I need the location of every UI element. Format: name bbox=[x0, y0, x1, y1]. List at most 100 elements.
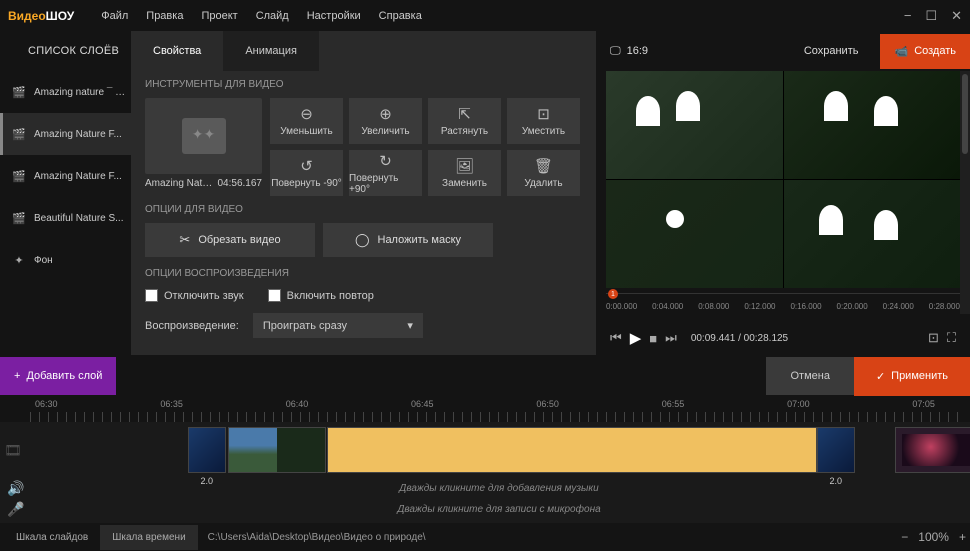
menu-file[interactable]: Файл bbox=[92, 6, 137, 26]
mic-track[interactable]: 🎤 Дважды кликните для записи с микрофона bbox=[0, 499, 970, 520]
layer-item[interactable]: 🎬Amazing Nature F... bbox=[0, 113, 131, 155]
clip-duration: 04:56.167 bbox=[218, 178, 263, 189]
export-icon: 📹 bbox=[894, 45, 908, 58]
image-icon: 🖼 bbox=[455, 157, 474, 175]
tab-properties[interactable]: Свойства bbox=[131, 31, 223, 71]
video-icon: 🎬 bbox=[11, 212, 27, 224]
video-clip[interactable] bbox=[228, 427, 326, 473]
layers-header: СПИСОК СЛОЁВ bbox=[0, 31, 131, 71]
replace-button[interactable]: 🖼Заменить bbox=[428, 150, 501, 196]
mute-checkbox[interactable]: Отключить звук bbox=[145, 289, 244, 302]
transition-clip[interactable]: 2.0 bbox=[817, 427, 855, 473]
time-scale-tab[interactable]: Шкала времени bbox=[100, 525, 197, 550]
delete-button[interactable]: 🗑Удалить bbox=[507, 150, 580, 196]
status-bar: Шкала слайдов Шкала времени C:\Users\Aid… bbox=[0, 523, 970, 551]
monitor-icon: 🖵 bbox=[610, 45, 621, 58]
timeline-ruler[interactable]: 06:3006:3506:4006:4506:5006:5507:0007:05 bbox=[0, 397, 970, 422]
fit-icon: ⊡ bbox=[537, 105, 550, 123]
create-button[interactable]: 📹Создать bbox=[880, 34, 970, 69]
transition-clip[interactable]: 2.0 bbox=[188, 427, 226, 473]
titlebar: ВидеоШОУ Файл Правка Проект Слайд Настро… bbox=[0, 0, 970, 31]
chevron-down-icon: ▾ bbox=[407, 319, 413, 332]
video-clip[interactable] bbox=[895, 427, 970, 473]
plus-icon: + bbox=[14, 370, 20, 382]
scissors-icon: ✂ bbox=[179, 232, 190, 248]
menu-project[interactable]: Проект bbox=[192, 6, 246, 26]
scrollbar[interactable] bbox=[960, 71, 970, 314]
timecode: 00:09.441 / 00:28.125 bbox=[691, 333, 788, 344]
timeline: 🎞 2.0 2.0 🔊 Дважды кликните для добавлен… bbox=[0, 422, 970, 520]
zoom-level: 100% bbox=[918, 530, 949, 544]
menu-help[interactable]: Справка bbox=[370, 6, 431, 26]
preview-canvas[interactable] bbox=[606, 71, 960, 288]
zoom-in-button[interactable]: + bbox=[959, 530, 966, 544]
loop-checkbox[interactable]: Включить повтор bbox=[268, 289, 374, 302]
apply-mask-button[interactable]: ◯Наложить маску bbox=[323, 223, 493, 257]
cancel-button[interactable]: Отмена bbox=[766, 357, 853, 395]
prev-frame-button[interactable]: ⏮ bbox=[610, 330, 622, 346]
video-track[interactable]: 🎞 2.0 2.0 bbox=[0, 422, 970, 478]
film-icon: 🎞 bbox=[4, 442, 22, 459]
video-icon: 🎬 bbox=[11, 128, 27, 140]
main-menu: Файл Правка Проект Слайд Настройки Справ… bbox=[92, 6, 431, 26]
video-icon: 🎬 bbox=[11, 86, 27, 98]
fit-button[interactable]: ⊡Уместить bbox=[507, 98, 580, 144]
layer-item[interactable]: 🎬Amazing nature ¯ S... bbox=[0, 71, 131, 113]
zoom-out-button[interactable]: − bbox=[901, 530, 908, 544]
layer-item[interactable]: 🎬Beautiful Nature S... bbox=[0, 197, 131, 239]
stop-button[interactable]: ■ bbox=[649, 331, 657, 346]
action-bar: +Добавить слой Отмена ✓Применить bbox=[0, 355, 970, 397]
video-icon: 🎬 bbox=[11, 170, 27, 182]
aspect-ratio[interactable]: 🖵16:9 bbox=[610, 45, 648, 58]
tab-animation[interactable]: Анимация bbox=[223, 31, 319, 71]
preview-ruler[interactable]: 1 0:00.0000:04.0000:08.0000:12.0000:16.0… bbox=[606, 293, 960, 321]
save-button[interactable]: Сохранить bbox=[792, 45, 871, 57]
properties-panel: Свойства Анимация ИНСТРУМЕНТЫ ДЛЯ ВИДЕО … bbox=[131, 31, 596, 355]
app-logo: ВидеоШОУ bbox=[8, 9, 74, 23]
menu-edit[interactable]: Правка bbox=[137, 6, 192, 26]
mask-icon: ◯ bbox=[355, 232, 370, 248]
close-icon[interactable]: ✕ bbox=[951, 8, 962, 24]
playback-label: Воспроизведение: bbox=[145, 320, 239, 332]
layer-item[interactable]: ✦Фон bbox=[0, 239, 131, 281]
preview-panel: 🖵16:9 Сохранить 📹Создать 1 0:00.0000:04.… bbox=[596, 31, 970, 355]
fullscreen-button[interactable]: ⛶ bbox=[947, 330, 956, 346]
layers-panel: СПИСОК СЛОЁВ 🎬Amazing nature ¯ S... 🎬Ama… bbox=[0, 31, 131, 355]
menu-settings[interactable]: Настройки bbox=[298, 6, 370, 26]
speaker-icon: 🔊 bbox=[4, 480, 28, 497]
check-icon: ✓ bbox=[876, 370, 885, 383]
slides-scale-tab[interactable]: Шкала слайдов bbox=[4, 525, 100, 550]
play-button[interactable]: ▶ bbox=[630, 329, 642, 347]
trim-video-button[interactable]: ✂Обрезать видео bbox=[145, 223, 315, 257]
crop-button[interactable]: ⊡ bbox=[928, 330, 939, 346]
zoom-out-icon: ⊖ bbox=[300, 105, 313, 123]
selected-clip[interactable] bbox=[327, 427, 817, 473]
stretch-button[interactable]: ⇱Растянуть bbox=[428, 98, 501, 144]
section-tools: ИНСТРУМЕНТЫ ДЛЯ ВИДЕО bbox=[145, 79, 582, 90]
add-layer-button[interactable]: +Добавить слой bbox=[0, 357, 116, 395]
rotate-left-icon: ↺ bbox=[300, 157, 313, 175]
rotate-right-button[interactable]: ↻Повернуть +90° bbox=[349, 150, 422, 196]
section-playback: ОПЦИИ ВОСПРОИЗВЕДЕНИЯ bbox=[145, 268, 582, 279]
layer-item[interactable]: 🎬Amazing Nature F... bbox=[0, 155, 131, 197]
zoom-in-button[interactable]: ⊕Увеличить bbox=[349, 98, 422, 144]
zoom-in-icon: ⊕ bbox=[379, 105, 392, 123]
panel-tabs: Свойства Анимация bbox=[131, 31, 596, 71]
apply-button[interactable]: ✓Применить bbox=[854, 357, 970, 396]
playback-controls: ⏮ ▶ ■ ⏭ 00:09.441 / 00:28.125 ⊡ ⛶ bbox=[606, 321, 960, 355]
minimize-icon[interactable]: − bbox=[904, 8, 912, 24]
playback-select[interactable]: Проиграть сразу▾ bbox=[253, 313, 423, 338]
rotate-right-icon: ↻ bbox=[379, 152, 392, 170]
mic-icon: 🎤 bbox=[4, 501, 28, 518]
stretch-icon: ⇱ bbox=[458, 105, 471, 123]
playhead-marker[interactable]: 1 bbox=[608, 289, 618, 299]
project-path: C:\Users\Aida\Desktop\Видео\Видео о прир… bbox=[208, 532, 426, 543]
zoom-out-button[interactable]: ⊖Уменьшить bbox=[270, 98, 343, 144]
maximize-icon[interactable]: ☐ bbox=[925, 8, 937, 24]
window-controls: − ☐ ✕ bbox=[904, 8, 962, 24]
menu-slide[interactable]: Слайд bbox=[247, 6, 298, 26]
rotate-left-button[interactable]: ↺Повернуть -90° bbox=[270, 150, 343, 196]
next-frame-button[interactable]: ⏭ bbox=[665, 330, 677, 346]
fx-icon: ✦ bbox=[11, 254, 27, 266]
clip-name: Amazing Natur... bbox=[145, 178, 218, 189]
